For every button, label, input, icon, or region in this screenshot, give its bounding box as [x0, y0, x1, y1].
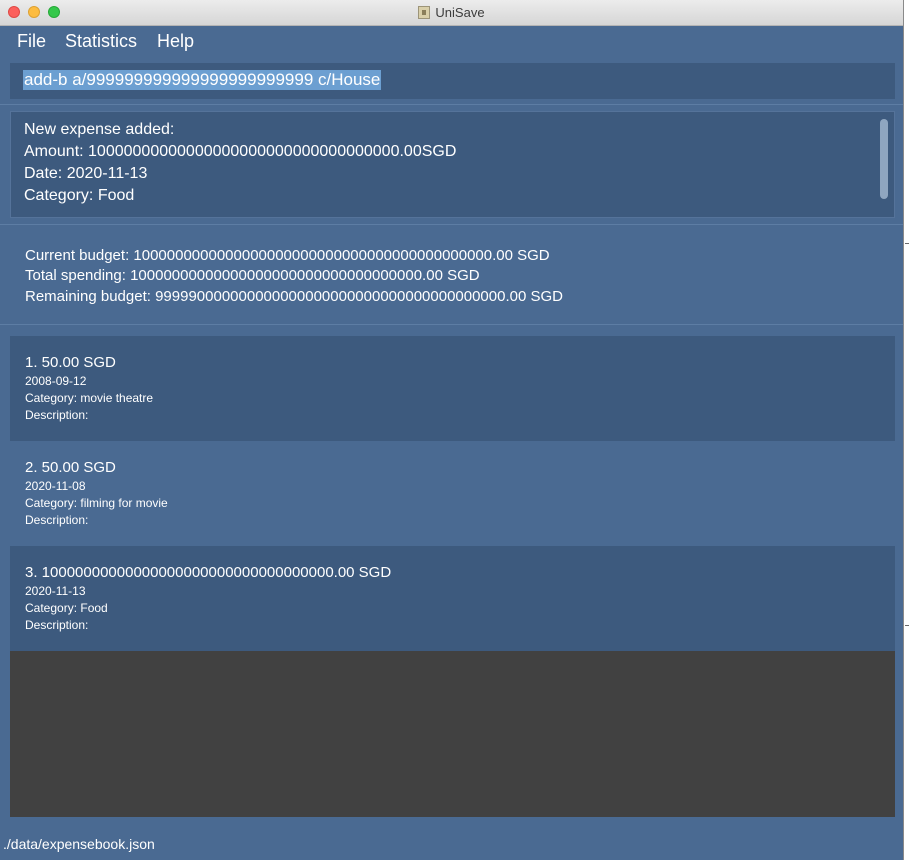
window-title-group: UniSave	[0, 0, 903, 25]
expense-date: 2020-11-08	[25, 479, 86, 493]
expense-card[interactable]: 3. 10000000000000000000000000000000000.0…	[10, 546, 895, 651]
expense-category: Category: filming for movie	[25, 496, 168, 510]
result-line: Amount: 10000000000000000000000000000000…	[24, 143, 457, 160]
background-mark	[905, 625, 909, 626]
expense-description: Description:	[25, 408, 89, 422]
scrollbar-thumb[interactable]	[880, 119, 888, 199]
total-spending: Total spending: 100000000000000000000000…	[25, 267, 480, 284]
result-line: New expense added:	[24, 121, 175, 138]
result-display[interactable]: New expense added: Amount: 1000000000000…	[10, 111, 895, 218]
background-strip	[904, 0, 909, 860]
menu-statistics[interactable]: Statistics	[65, 31, 137, 52]
divider	[0, 224, 903, 225]
expense-category: Category: Food	[25, 601, 108, 615]
expense-amount: 2. 50.00 SGD	[25, 459, 116, 476]
expense-list-empty-area	[10, 651, 895, 817]
expense-amount: 3. 10000000000000000000000000000000000.0…	[25, 564, 392, 581]
title-bar: UniSave	[0, 0, 903, 26]
expense-card[interactable]: 1. 50.00 SGD 2008-09-12 Category: movie …	[10, 336, 895, 441]
expense-description: Description:	[25, 618, 89, 632]
result-line: Category: Food	[24, 187, 135, 204]
expense-card[interactable]: 2. 50.00 SGD 2020-11-08 Category: filmin…	[10, 441, 895, 546]
command-input-text[interactable]: add-b a/999999999999999999999999 c/House	[23, 70, 382, 90]
menu-bar: File Statistics Help	[0, 26, 903, 58]
app-icon	[418, 6, 431, 19]
current-budget: Current budget: 100000000000000000000000…	[25, 247, 550, 264]
result-line: Date: 2020-11-13	[24, 165, 148, 182]
divider	[0, 324, 903, 325]
window-title: UniSave	[435, 5, 485, 20]
save-location: ./data/expensebook.json	[3, 836, 155, 852]
result-text-area: New expense added: Amount: 1000000000000…	[12, 113, 877, 216]
expense-date: 2020-11-13	[25, 584, 86, 598]
expense-description: Description:	[25, 513, 89, 527]
expense-date: 2008-09-12	[25, 374, 87, 388]
command-input[interactable]: add-b a/999999999999999999999999 c/House	[10, 63, 895, 99]
status-bar: ./data/expensebook.json	[0, 829, 903, 860]
divider	[0, 104, 903, 105]
app-window: UniSave File Statistics Help add-b a/999…	[0, 0, 904, 860]
expense-category: Category: movie theatre	[25, 391, 154, 405]
menu-help[interactable]: Help	[157, 31, 194, 52]
menu-file[interactable]: File	[17, 31, 46, 52]
expense-amount: 1. 50.00 SGD	[25, 354, 116, 371]
background-mark	[905, 243, 909, 244]
result-scrollbar[interactable]	[878, 116, 890, 212]
remaining-budget: Remaining budget: 9999900000000000000000…	[25, 288, 563, 305]
